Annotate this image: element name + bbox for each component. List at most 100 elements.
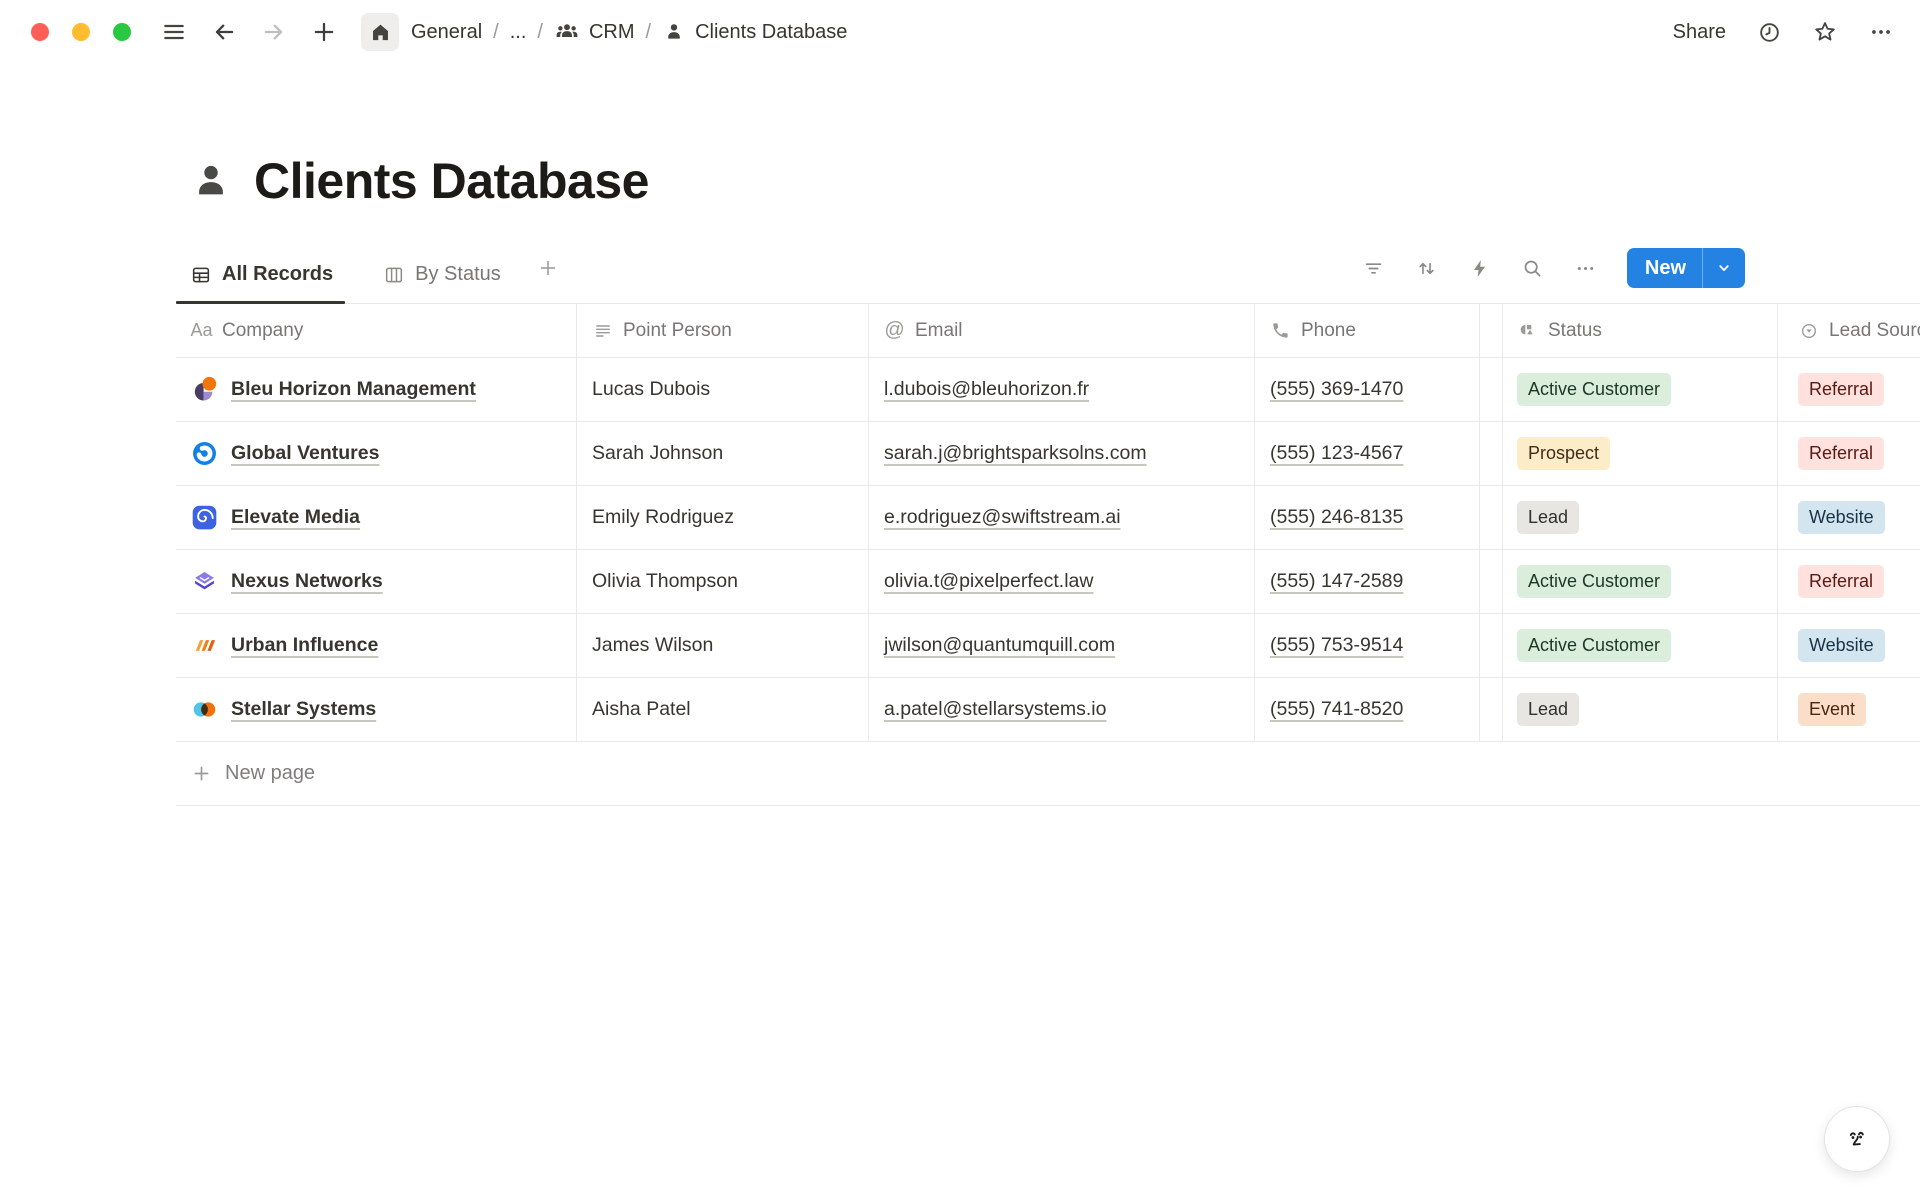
- email-cell[interactable]: sarah.j@brightsparksolns.com: [869, 422, 1255, 485]
- email-cell[interactable]: jwilson@quantumquill.com: [869, 614, 1255, 677]
- company-link[interactable]: Nexus Networks: [231, 570, 383, 593]
- zoom-window-button[interactable]: [113, 23, 131, 41]
- status-badge[interactable]: Prospect: [1517, 437, 1610, 470]
- company-cell[interactable]: Bleu Horizon Management: [176, 358, 577, 421]
- phone-cell[interactable]: (555) 123-4567: [1255, 422, 1480, 485]
- email-link[interactable]: olivia.t@pixelperfect.law: [884, 570, 1093, 593]
- lead-source-cell[interactable]: Website: [1778, 614, 1920, 677]
- breadcrumb-item-clients-database[interactable]: Clients Database: [662, 20, 847, 44]
- back-icon[interactable]: [211, 19, 237, 45]
- more-icon[interactable]: [1868, 19, 1894, 45]
- email-link[interactable]: e.rodriguez@swiftstream.ai: [884, 506, 1121, 529]
- lead-source-badge[interactable]: Website: [1798, 501, 1885, 534]
- lead-source-badge[interactable]: Referral: [1798, 437, 1884, 470]
- status-cell[interactable]: Active Customer: [1503, 358, 1778, 421]
- company-link[interactable]: Bleu Horizon Management: [231, 378, 476, 401]
- status-badge[interactable]: Active Customer: [1517, 629, 1671, 662]
- lead-source-cell[interactable]: Event: [1778, 678, 1920, 741]
- email-link[interactable]: sarah.j@brightsparksolns.com: [884, 442, 1147, 465]
- lead-source-badge[interactable]: Referral: [1798, 565, 1884, 598]
- company-link[interactable]: Elevate Media: [231, 506, 360, 529]
- lead-source-badge[interactable]: Event: [1798, 693, 1866, 726]
- lead-source-cell[interactable]: Referral: [1778, 358, 1920, 421]
- email-link[interactable]: l.dubois@bleuhorizon.fr: [884, 378, 1089, 401]
- company-cell[interactable]: Global Ventures: [176, 422, 577, 485]
- phone-link[interactable]: (555) 741-8520: [1270, 698, 1403, 721]
- person-icon[interactable]: [188, 158, 234, 204]
- status-badge[interactable]: Lead: [1517, 501, 1579, 534]
- point-person-cell[interactable]: Aisha Patel: [577, 678, 869, 741]
- email-link[interactable]: jwilson@quantumquill.com: [884, 634, 1115, 657]
- new-page-row[interactable]: New page: [176, 742, 1920, 806]
- minimize-window-button[interactable]: [72, 23, 90, 41]
- company-cell[interactable]: Nexus Networks: [176, 550, 577, 613]
- column-header-point-person[interactable]: Point Person: [577, 304, 869, 357]
- status-badge[interactable]: Active Customer: [1517, 373, 1671, 406]
- point-person-cell[interactable]: Emily Rodriguez: [577, 486, 869, 549]
- point-person-cell[interactable]: James Wilson: [577, 614, 869, 677]
- chevron-down-icon[interactable]: [1703, 248, 1745, 288]
- company-link[interactable]: Stellar Systems: [231, 698, 376, 721]
- add-view-plus-icon[interactable]: [537, 257, 559, 303]
- zap-icon[interactable]: [1468, 256, 1492, 280]
- sidebar-menu-icon[interactable]: [161, 19, 187, 45]
- home-icon[interactable]: [361, 13, 399, 51]
- company-cell[interactable]: Elevate Media: [176, 486, 577, 549]
- status-cell[interactable]: Active Customer: [1503, 614, 1778, 677]
- phone-cell[interactable]: (555) 753-9514: [1255, 614, 1480, 677]
- lead-source-cell[interactable]: Referral: [1778, 422, 1920, 485]
- ai-assistant-button[interactable]: [1824, 1106, 1890, 1172]
- star-icon[interactable]: [1812, 19, 1838, 45]
- company-cell[interactable]: Urban Influence: [176, 614, 577, 677]
- breadcrumb-item-crm[interactable]: CRM: [554, 19, 635, 45]
- point-person-cell[interactable]: Olivia Thompson: [577, 550, 869, 613]
- email-cell[interactable]: l.dubois@bleuhorizon.fr: [869, 358, 1255, 421]
- phone-cell[interactable]: (555) 147-2589: [1255, 550, 1480, 613]
- close-window-button[interactable]: [31, 23, 49, 41]
- column-header-status[interactable]: Status: [1503, 304, 1778, 357]
- email-link[interactable]: a.patel@stellarsystems.io: [884, 698, 1106, 721]
- tab-all-records[interactable]: All Records: [176, 263, 345, 303]
- share-button[interactable]: Share: [1673, 21, 1726, 44]
- more-icon[interactable]: [1574, 256, 1598, 280]
- phone-cell[interactable]: (555) 369-1470: [1255, 358, 1480, 421]
- lead-source-badge[interactable]: Website: [1798, 629, 1885, 662]
- lead-source-cell[interactable]: Referral: [1778, 550, 1920, 613]
- breadcrumb-item-collapsed[interactable]: ...: [510, 21, 527, 44]
- point-person-cell[interactable]: Sarah Johnson: [577, 422, 869, 485]
- breadcrumb-item-general[interactable]: General: [411, 21, 482, 44]
- new-button[interactable]: New: [1627, 248, 1745, 288]
- phone-link[interactable]: (555) 147-2589: [1270, 570, 1403, 593]
- phone-link[interactable]: (555) 369-1470: [1270, 378, 1403, 401]
- company-cell[interactable]: Stellar Systems: [176, 678, 577, 741]
- point-person-cell[interactable]: Lucas Dubois: [577, 358, 869, 421]
- company-link[interactable]: Global Ventures: [231, 442, 379, 465]
- phone-link[interactable]: (555) 123-4567: [1270, 442, 1403, 465]
- column-header-email[interactable]: @ Email: [869, 304, 1255, 357]
- forward-icon[interactable]: [261, 19, 287, 45]
- filter-icon[interactable]: [1362, 256, 1386, 280]
- phone-link[interactable]: (555) 246-8135: [1270, 506, 1403, 529]
- status-badge[interactable]: Active Customer: [1517, 565, 1671, 598]
- status-cell[interactable]: Active Customer: [1503, 550, 1778, 613]
- column-header-company[interactable]: Aa Company: [176, 304, 577, 357]
- search-icon[interactable]: [1521, 256, 1545, 280]
- phone-cell[interactable]: (555) 246-8135: [1255, 486, 1480, 549]
- lead-source-badge[interactable]: Referral: [1798, 373, 1884, 406]
- email-cell[interactable]: e.rodriguez@swiftstream.ai: [869, 486, 1255, 549]
- tab-by-status[interactable]: By Status: [369, 263, 513, 303]
- phone-link[interactable]: (555) 753-9514: [1270, 634, 1403, 657]
- status-cell[interactable]: Lead: [1503, 678, 1778, 741]
- status-cell[interactable]: Lead: [1503, 486, 1778, 549]
- lead-source-cell[interactable]: Website: [1778, 486, 1920, 549]
- column-header-phone[interactable]: Phone: [1255, 304, 1480, 357]
- sort-icon[interactable]: [1415, 256, 1439, 280]
- column-header-lead-source[interactable]: Lead Source: [1778, 304, 1920, 357]
- email-cell[interactable]: olivia.t@pixelperfect.law: [869, 550, 1255, 613]
- new-tab-icon[interactable]: [311, 19, 337, 45]
- clock-icon[interactable]: [1756, 19, 1782, 45]
- status-badge[interactable]: Lead: [1517, 693, 1579, 726]
- email-cell[interactable]: a.patel@stellarsystems.io: [869, 678, 1255, 741]
- company-link[interactable]: Urban Influence: [231, 634, 378, 657]
- phone-cell[interactable]: (555) 741-8520: [1255, 678, 1480, 741]
